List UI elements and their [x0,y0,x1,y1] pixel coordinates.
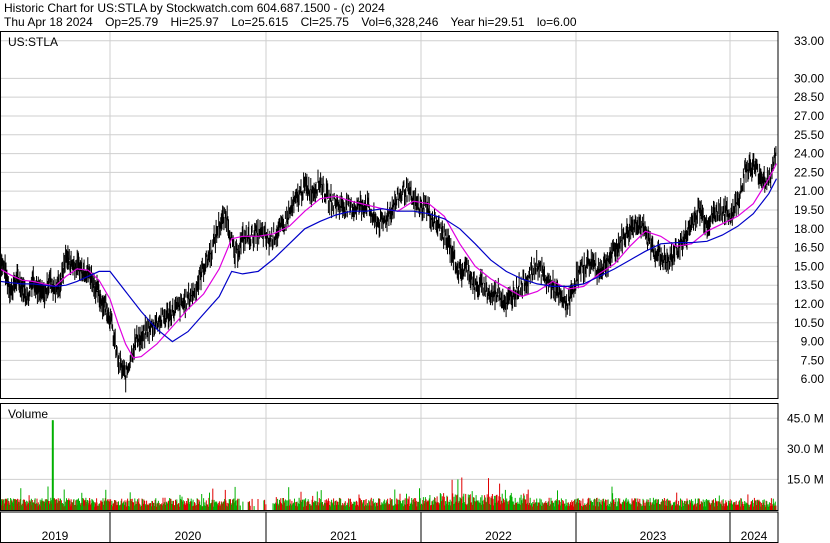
chart-frames [0,31,779,543]
price-tick-label: 18.00 [794,222,824,236]
price-tick-label: 28.50 [794,90,824,104]
year-label: 2023 [640,529,667,543]
volume-tick-label: 45.0 M [787,411,824,425]
volume-panel-label: Volume [8,407,48,421]
price-tick-label: 9.00 [801,335,825,349]
price-tick-label: 24.00 [794,147,824,161]
price-tick-label: 10.50 [794,316,824,330]
price-tick-label: 12.00 [794,297,824,311]
year-label: 2021 [330,529,357,543]
price-tick-label: 6.00 [801,372,825,386]
stock-chart: 33.00 30.00 28.50 27.00 25.50 24.00 22.50 21.00… [0,31,824,543]
year-label: 2024 [741,529,768,543]
year-label: 2019 [42,529,69,543]
price-tick-label: 21.00 [794,184,824,198]
price-tick-label: 30.00 [794,71,824,85]
price-tick-label: 22.50 [794,165,824,179]
price-tick-label: 27.00 [794,109,824,123]
price-tick-label: 16.50 [794,241,824,255]
price-tick-label: 33.00 [794,34,824,48]
volume-tick-label: 30.0 M [787,442,824,456]
price-tick-label: 19.50 [794,203,824,217]
symbol-label: US:STLA [8,35,58,49]
volume-tick-label: 15.0 M [787,472,824,486]
axis-labels: 33.00 30.00 28.50 27.00 25.50 24.00 22.50 21.00… [8,34,824,543]
price-tick-label: 13.50 [794,278,824,292]
price-tick-label: 15.00 [794,259,824,273]
year-label: 2020 [175,529,202,543]
price-tick-label: 25.50 [794,128,824,142]
volume-bars [0,420,777,510]
year-label: 2022 [485,529,512,543]
grid-lines [1,32,778,510]
price-tick-label: 7.50 [801,353,825,367]
volume-panel-frame [0,403,779,511]
price-series [0,146,777,393]
